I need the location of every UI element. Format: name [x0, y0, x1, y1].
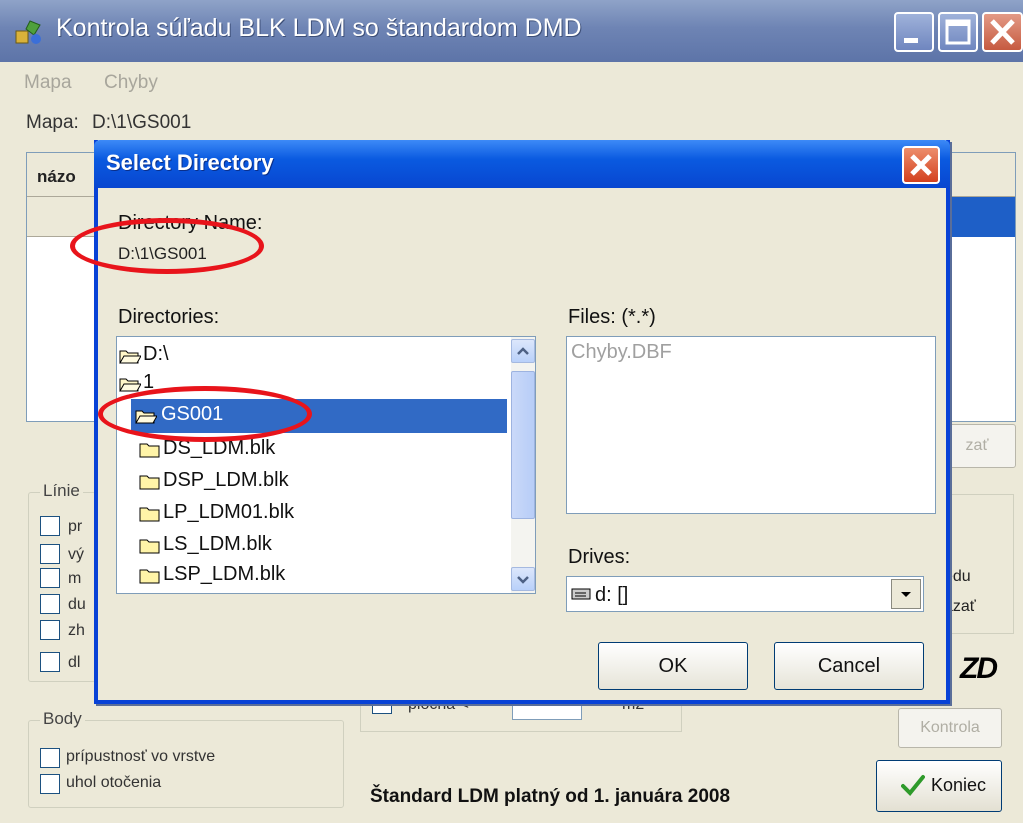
linie-checkbox-4[interactable] [40, 594, 60, 614]
drives-dropdown-button[interactable] [891, 579, 921, 609]
linie-caption: Línie [40, 481, 83, 501]
zd-logo: ZD [960, 652, 998, 685]
body-label-1: prípustnosť vo vrstve [66, 748, 216, 765]
map-label: Mapa: [26, 112, 79, 133]
linie-label-6: dl [68, 654, 81, 671]
linie-label-1: pr [68, 518, 83, 535]
files-list[interactable]: Chyby.DBF [566, 336, 936, 514]
linie-label-3: m [68, 570, 82, 587]
drive-icon [571, 588, 591, 600]
close-button-main[interactable] [982, 12, 1023, 52]
scroll-thumb[interactable] [511, 371, 535, 519]
folder-icon [139, 443, 160, 458]
directory-label: LP_LDM01.blk [163, 501, 295, 523]
close-icon [910, 154, 932, 176]
drives-label: Drives: [568, 546, 631, 568]
checkmark-icon [901, 775, 925, 796]
dialog-close-button[interactable] [902, 146, 940, 184]
linie-label-4: du [68, 596, 86, 613]
linie-checkbox-2[interactable] [40, 544, 60, 564]
main-window-title: Kontrola súľadu BLK LDM so štandardom DM… [56, 14, 582, 42]
grid-header-label: názo [37, 167, 76, 186]
kontrola-button[interactable]: Kontrola [898, 708, 1002, 748]
file-item[interactable]: Chyby.DBF [571, 341, 672, 364]
chevron-up-icon [517, 347, 529, 355]
linie-checkbox-5[interactable] [40, 620, 60, 640]
app-icon [15, 20, 41, 44]
minimize-icon [904, 38, 918, 43]
menu-mapa[interactable]: Mapa [24, 72, 72, 94]
chevron-down-icon [517, 576, 529, 584]
cancel-button[interactable]: Cancel [774, 642, 924, 690]
body-label-2: uhol otočenia [66, 774, 162, 791]
linie-label-2: vý [68, 546, 84, 563]
annotation-ellipse-selected-folder [98, 386, 312, 442]
scroll-up-button[interactable] [511, 339, 535, 363]
main-title-bar[interactable]: Kontrola súľadu BLK LDM so štandardom DM… [0, 0, 1023, 62]
linie-group [28, 492, 96, 682]
menu-chyby[interactable]: Chyby [104, 72, 158, 94]
directory-item[interactable]: LS_LDM.blk [139, 529, 499, 563]
folder-icon [139, 507, 160, 522]
directories-list[interactable]: D:\ 1 GS001 DS_LDM.blk DSP_LDM.blk LP_LD… [116, 336, 536, 594]
folder-icon [139, 569, 160, 584]
standard-text: Štandard LDM platný od 1. januára 2008 [370, 786, 731, 807]
minimize-button[interactable] [894, 12, 934, 52]
map-path: D:\1\GS001 [92, 112, 192, 133]
linie-checkbox-1[interactable] [40, 516, 60, 536]
folder-icon [139, 475, 160, 490]
directory-item[interactable]: DSP_LDM.blk [139, 465, 499, 499]
directory-item[interactable]: LP_LDM01.blk [139, 497, 499, 531]
koniec-button[interactable]: Koniec [876, 760, 1002, 812]
maximize-icon [945, 19, 971, 45]
close-icon [990, 19, 1015, 45]
body-checkbox-1[interactable] [40, 748, 60, 768]
menu-bar: Mapa Chyby [0, 62, 1023, 104]
ok-button[interactable]: OK [598, 642, 748, 690]
directory-label: LSP_LDM.blk [163, 563, 286, 585]
directory-item[interactable]: LSP_LDM.blk [139, 559, 499, 593]
open-folder-icon [119, 350, 141, 364]
dialog-title-bar[interactable]: Select Directory [94, 140, 950, 188]
open-folder-icon [119, 378, 141, 392]
drives-value: d: [] [595, 584, 629, 606]
chevron-down-icon [901, 592, 911, 597]
folder-icon [139, 539, 160, 554]
body-checkbox-2[interactable] [40, 774, 60, 794]
files-label: Files: (*.*) [568, 306, 656, 328]
directory-label: DSP_LDM.blk [163, 469, 289, 491]
directory-label: LS_LDM.blk [163, 533, 272, 555]
dialog-title: Select Directory [106, 150, 274, 175]
directories-label: Directories: [118, 306, 220, 328]
maximize-button[interactable] [938, 12, 978, 52]
linie-checkbox-3[interactable] [40, 568, 60, 588]
directory-label: D:\ [143, 343, 169, 365]
scroll-down-button[interactable] [511, 567, 535, 591]
koniec-label: Koniec [931, 775, 987, 795]
annotation-ellipse-directory-name [70, 218, 264, 274]
body-caption: Body [40, 709, 85, 729]
directories-scrollbar[interactable] [511, 337, 535, 593]
linie-checkbox-6[interactable] [40, 652, 60, 672]
drives-select[interactable]: d: [] [566, 576, 924, 612]
linie-label-5: zh [68, 622, 85, 639]
